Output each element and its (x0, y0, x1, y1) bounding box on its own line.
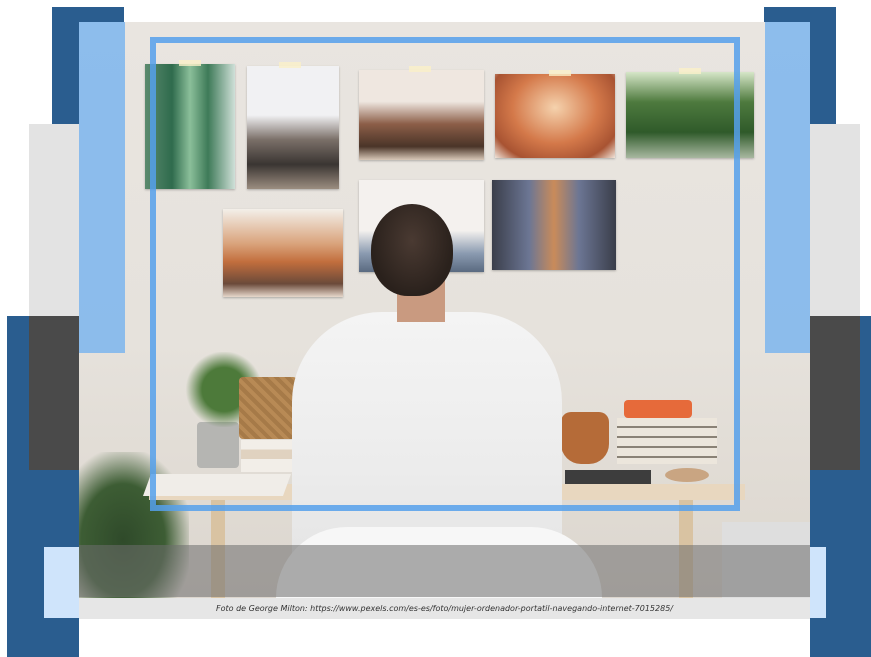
deco-block-right-light (810, 547, 826, 618)
deco-block-left-light (44, 547, 79, 618)
deco-block-left-navy (7, 316, 29, 657)
deco-block-left-grey (29, 124, 79, 316)
overlay-blue-left (79, 22, 125, 353)
deco-block-left-dark (29, 316, 79, 470)
deco-block-right-dark (810, 316, 860, 470)
deco-block-right-grey (810, 124, 860, 316)
deco-block-right-navy (860, 316, 871, 657)
photo-credit-caption: Foto de George Milton: https://www.pexel… (79, 598, 810, 619)
overlay-bottom-band (79, 545, 810, 597)
overlay-blue-right (765, 22, 810, 353)
overlay-blue-frame (150, 37, 740, 511)
